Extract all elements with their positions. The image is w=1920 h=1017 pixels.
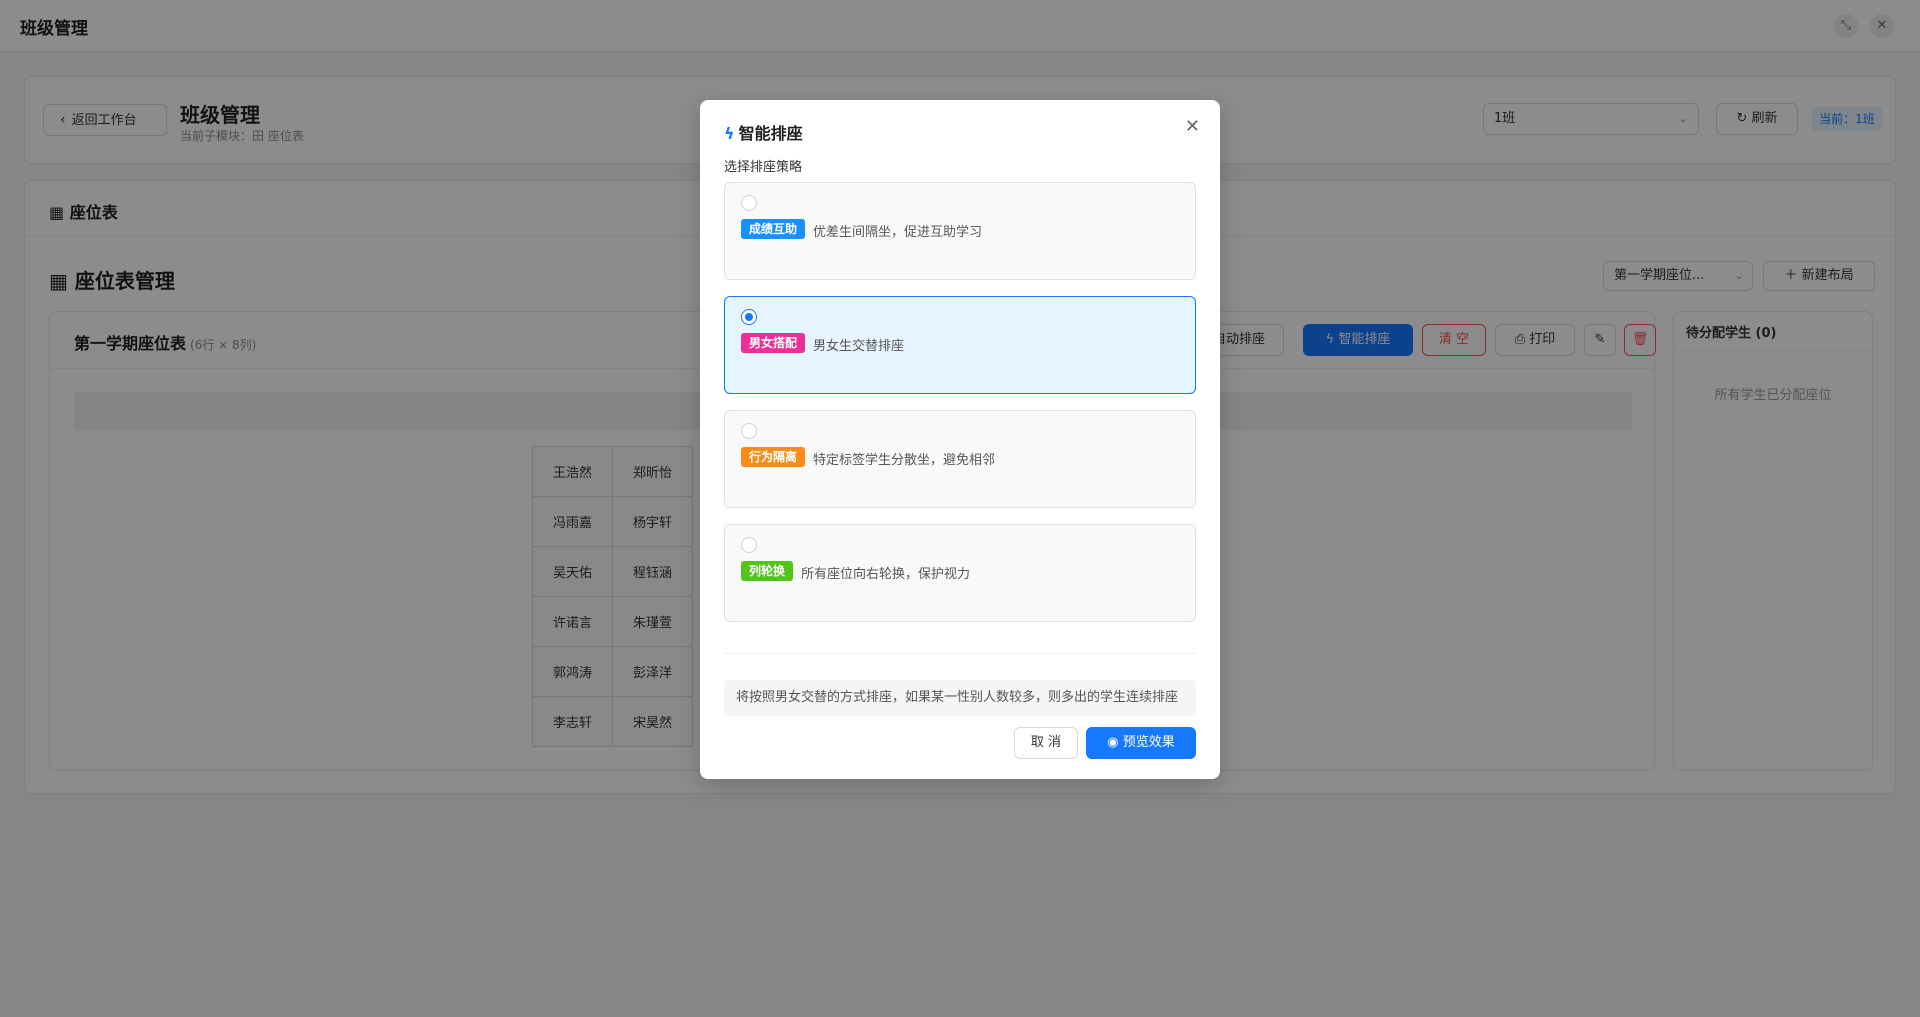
close-icon[interactable]: ✕ — [1185, 116, 1200, 137]
strategy-option-column-rotation[interactable]: 列轮换 所有座位向右轮换，保护视力 — [724, 524, 1196, 622]
modal-title: ϟ 智能排座 — [724, 120, 803, 144]
smart-arrange-modal: ϟ 智能排座 ✕ 选择排座策略 成绩互助 优差生间隔坐，促进互助学习 男女搭配 男… — [700, 100, 1220, 779]
radio-button-checked[interactable] — [741, 309, 757, 325]
strategy-desc: 所有座位向右轮换，保护视力 — [801, 567, 971, 582]
strategy-option-gender-mix[interactable]: 男女搭配 男女生交替排座 — [724, 296, 1196, 394]
radio-button[interactable] — [741, 537, 757, 553]
strategy-desc: 特定标签学生分散坐，避免相邻 — [813, 453, 996, 468]
strategy-subtitle: 选择排座策略 — [724, 160, 803, 175]
strategy-option-grade-help[interactable]: 成绩互助 优差生间隔坐，促进互助学习 — [724, 182, 1196, 280]
bolt-icon: ϟ — [724, 124, 735, 143]
strategy-desc: 优差生间隔坐，促进互助学习 — [813, 225, 983, 240]
modal-title-text: 智能排座 — [738, 124, 803, 143]
radio-button[interactable] — [741, 195, 757, 211]
strategy-desc: 男女生交替排座 — [813, 339, 905, 354]
strategy-hint: 将按照男女交替的方式排座，如果某一性别人数较多，则多出的学生连续排座 — [724, 680, 1196, 716]
strategy-tag: 行为隔离 — [741, 447, 806, 467]
strategy-tag: 成绩互助 — [741, 219, 806, 239]
radio-button[interactable] — [741, 423, 757, 439]
cancel-button[interactable]: 取 消 — [1014, 727, 1078, 759]
strategy-tag: 男女搭配 — [741, 333, 806, 353]
strategy-tag: 列轮换 — [741, 561, 794, 581]
eye-icon: ◉ — [1107, 735, 1119, 750]
strategy-option-behavior-isolation[interactable]: 行为隔离 特定标签学生分散坐，避免相邻 — [724, 410, 1196, 508]
preview-label: 预览效果 — [1122, 735, 1175, 750]
divider — [724, 653, 1196, 654]
preview-button[interactable]: ◉ 预览效果 — [1086, 727, 1196, 759]
